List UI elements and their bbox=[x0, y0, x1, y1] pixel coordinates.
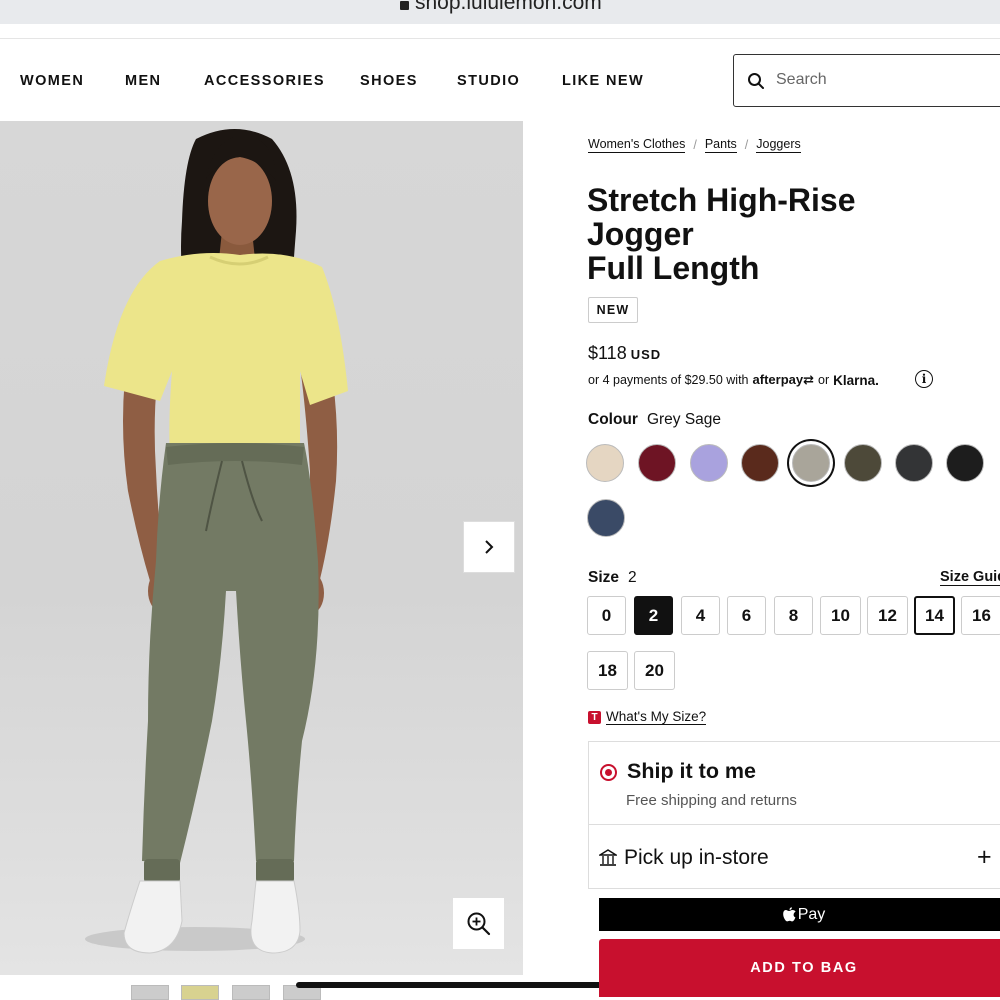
nav-item-shoes[interactable]: SHOES bbox=[360, 73, 418, 89]
colour-swatch[interactable] bbox=[741, 444, 779, 482]
colour-heading: Colour bbox=[588, 411, 638, 428]
search-input[interactable] bbox=[776, 67, 996, 93]
installment-info: or 4 payments of $29.50 with afterpay⇄ o… bbox=[588, 372, 879, 388]
breadcrumb-womens-clothes[interactable]: Women's Clothes bbox=[588, 137, 686, 153]
nav-item-studio[interactable]: STUDIO bbox=[457, 73, 520, 89]
info-icon[interactable]: i bbox=[915, 370, 933, 388]
colour-swatch[interactable] bbox=[638, 444, 676, 482]
apple-logo-icon bbox=[782, 907, 796, 922]
size-option-4[interactable]: 4 bbox=[681, 596, 720, 635]
colour-swatch[interactable] bbox=[946, 444, 984, 482]
colour-swatch[interactable] bbox=[587, 499, 625, 537]
pickup-in-store-option[interactable]: Pick up in-store + bbox=[588, 825, 1000, 889]
new-badge: NEW bbox=[588, 297, 638, 323]
url-text: shop.lululemon.com bbox=[415, 0, 602, 14]
search-icon bbox=[748, 73, 764, 89]
divider bbox=[0, 38, 1000, 39]
next-image-button[interactable] bbox=[463, 521, 515, 573]
size-option-0[interactable]: 0 bbox=[587, 596, 626, 635]
selected-size: 2 bbox=[628, 569, 637, 586]
size-guide-link[interactable]: Size Guide bbox=[940, 569, 1000, 586]
pickup-title: Pick up in-store bbox=[624, 846, 769, 869]
price-currency: USD bbox=[630, 347, 662, 362]
search-box[interactable] bbox=[733, 54, 1000, 107]
size-heading: Size bbox=[588, 569, 620, 586]
chevron-right-icon bbox=[485, 540, 494, 554]
breadcrumb-pants[interactable]: Pants bbox=[704, 137, 737, 153]
add-to-bag-button[interactable]: ADD TO BAG bbox=[599, 939, 1000, 997]
model-photo bbox=[85, 129, 348, 954]
afterpay-logo[interactable]: afterpay⇄ bbox=[753, 372, 814, 388]
colour-label: Colour Grey Sage bbox=[588, 411, 721, 429]
nav-item-accessories[interactable]: ACCESSORIES bbox=[204, 73, 325, 89]
colour-swatch[interactable] bbox=[792, 444, 830, 482]
true-fit-icon: T bbox=[588, 710, 601, 724]
store-icon bbox=[599, 849, 617, 866]
ship-radio-selected[interactable] bbox=[600, 764, 617, 781]
url-display[interactable]: shop.lululemon.com bbox=[400, 0, 602, 15]
ship-to-me-option[interactable]: Ship it to me Free shipping and returns bbox=[588, 741, 1000, 825]
size-option-6[interactable]: 6 bbox=[727, 596, 766, 635]
product-title-line: Jogger bbox=[587, 216, 694, 252]
thumbnail[interactable] bbox=[131, 985, 169, 1000]
thumbnail[interactable] bbox=[181, 985, 219, 1000]
apple-pay-button[interactable]: Pay bbox=[599, 898, 1000, 931]
ship-title: Ship it to me bbox=[627, 759, 756, 783]
size-option-2[interactable]: 2 bbox=[634, 596, 673, 635]
product-image[interactable] bbox=[0, 121, 523, 975]
breadcrumb-separator: / bbox=[744, 138, 749, 152]
price-amount: $118 bbox=[588, 343, 627, 363]
nav-item-women[interactable]: WOMEN bbox=[20, 73, 84, 89]
breadcrumb-joggers[interactable]: Joggers bbox=[756, 137, 801, 153]
breadcrumb: Women's Clothes / Pants / Joggers bbox=[588, 137, 801, 153]
ship-subtitle: Free shipping and returns bbox=[626, 792, 797, 809]
afterpay-label: afterpay bbox=[752, 372, 804, 387]
product-title-line: Full Length bbox=[587, 250, 760, 286]
nav-item-men[interactable]: MEN bbox=[125, 73, 161, 89]
size-option-8[interactable]: 8 bbox=[774, 596, 813, 635]
size-option-16[interactable]: 16 bbox=[961, 596, 1000, 635]
product-title: Stretch High-Rise Jogger Full Length bbox=[587, 183, 987, 285]
main-navigation: WOMEN MEN ACCESSORIES SHOES STUDIO LIKE … bbox=[0, 40, 1000, 120]
selected-colour-name: Grey Sage bbox=[646, 411, 722, 428]
expand-plus-icon[interactable]: + bbox=[977, 843, 992, 872]
whats-my-size-link[interactable]: What's My Size? bbox=[606, 709, 707, 725]
colour-swatch[interactable] bbox=[895, 444, 933, 482]
size-option-20[interactable]: 20 bbox=[634, 651, 675, 690]
product-title-line: Stretch High-Rise bbox=[587, 182, 856, 218]
afterpay-icon: ⇄ bbox=[803, 372, 814, 387]
klarna-logo[interactable]: Klarna. bbox=[833, 373, 879, 388]
lock-icon bbox=[400, 0, 409, 10]
zoom-in-icon bbox=[467, 912, 490, 935]
colour-swatch[interactable] bbox=[690, 444, 728, 482]
size-option-18[interactable]: 18 bbox=[587, 651, 628, 690]
size-option-14[interactable]: 14 bbox=[914, 596, 955, 635]
size-option-12[interactable]: 12 bbox=[867, 596, 908, 635]
thumbnail[interactable] bbox=[232, 985, 270, 1000]
colour-swatch[interactable] bbox=[586, 444, 624, 482]
apple-pay-label: Pay bbox=[797, 905, 826, 923]
installment-text: or 4 payments of $29.50 with bbox=[588, 373, 749, 387]
breadcrumb-separator: / bbox=[693, 138, 697, 152]
installment-or: or bbox=[818, 373, 830, 387]
size-option-10[interactable]: 10 bbox=[820, 596, 861, 635]
zoom-button[interactable] bbox=[453, 898, 504, 949]
whats-my-size: T What's My Size? bbox=[588, 709, 707, 725]
nav-item-like-new[interactable]: LIKE NEW bbox=[562, 73, 644, 89]
colour-swatch[interactable] bbox=[844, 444, 882, 482]
browser-url-bar[interactable]: shop.lululemon.com bbox=[0, 0, 1000, 24]
size-label: Size 2 bbox=[588, 569, 637, 587]
price: $118 USD bbox=[588, 343, 661, 364]
